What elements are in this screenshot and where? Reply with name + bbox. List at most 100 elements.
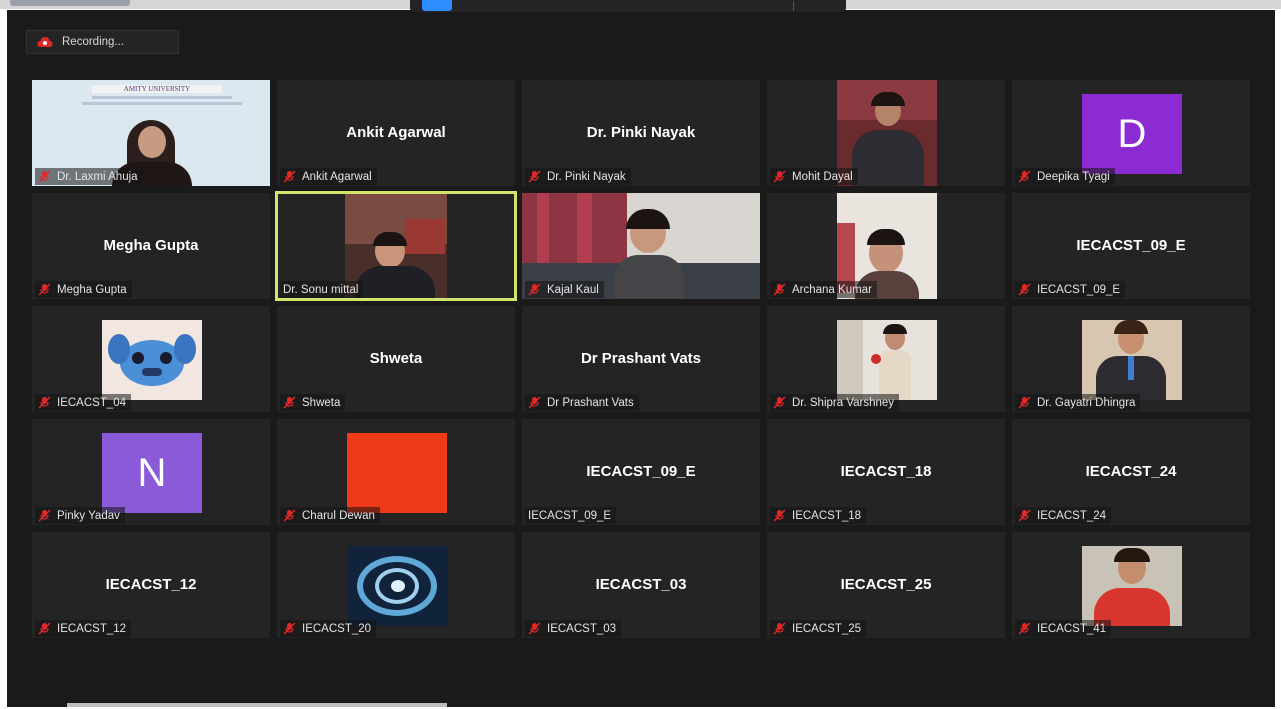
participant-label: Dr. Gayatri Dhingra	[1015, 394, 1141, 411]
muted-mic-icon	[1018, 283, 1031, 296]
participant-label: Kajal Kaul	[525, 281, 604, 298]
participant-display-name: Dr. Pinki Nayak	[586, 124, 696, 141]
participant-display-name: Megha Gupta	[103, 237, 199, 254]
participant-tile[interactable]: N Pinky Yadav	[32, 419, 270, 525]
participant-label: Dr. Laxmi Ahuja	[35, 168, 143, 185]
participant-display-name: IECACST_03	[595, 576, 687, 593]
participant-tile[interactable]: IECACST_41	[1012, 532, 1250, 638]
recording-indicator[interactable]: Recording...	[26, 30, 179, 54]
participant-tile[interactable]: Charul Dewan	[277, 419, 515, 525]
muted-mic-icon	[773, 283, 786, 296]
muted-mic-icon	[283, 622, 296, 635]
muted-mic-icon	[528, 396, 541, 409]
participant-tile[interactable]: Dr. Gayatri Dhingra	[1012, 306, 1250, 412]
participant-tile[interactable]: IECACST_04	[32, 306, 270, 412]
participant-label: IECACST_04	[35, 394, 132, 411]
participant-display-name: Dr Prashant Vats	[580, 350, 702, 367]
recording-label: Recording...	[62, 36, 125, 48]
participant-tile[interactable]: IECACST_25 IECACST_25	[767, 532, 1005, 638]
muted-mic-icon	[283, 509, 296, 522]
participant-display-name: IECACST_24	[1085, 463, 1177, 480]
participant-tile[interactable]: Kajal Kaul	[522, 193, 760, 299]
bottom-edge-strip	[67, 703, 447, 707]
zoom-logo-icon	[422, 0, 452, 11]
profile-picture	[347, 546, 447, 626]
participant-display-name: Ankit Agarwal	[346, 124, 446, 141]
participant-label: IECACST_09_E	[525, 507, 617, 524]
participant-tile[interactable]: IECACST_24 IECACST_24	[1012, 419, 1250, 525]
participant-label: Ankit Agarwal	[280, 168, 377, 185]
slide-header: AMITY UNIVERSITY	[92, 85, 222, 93]
participant-tile[interactable]: Dr. Pinki Nayak Dr. Pinki Nayak	[522, 80, 760, 186]
muted-mic-icon	[773, 170, 786, 183]
participant-tile[interactable]: IECACST_09_E IECACST_09_E	[522, 419, 760, 525]
participant-display-name: IECACST_09_E	[586, 463, 696, 480]
muted-mic-icon	[1018, 509, 1031, 522]
participant-label: IECACST_18	[770, 507, 867, 524]
profile-picture	[102, 320, 202, 400]
participant-label: Dr Prashant Vats	[525, 394, 639, 411]
participant-label: IECACST_09_E	[1015, 281, 1126, 298]
muted-mic-icon	[283, 396, 296, 409]
participant-tile[interactable]: IECACST_18 IECACST_18	[767, 419, 1005, 525]
muted-mic-icon	[38, 509, 51, 522]
participant-display-name: IECACST_18	[840, 463, 932, 480]
participant-tile[interactable]: AMITY UNIVERSITY Dr. Laxmi Ahuja	[32, 80, 270, 186]
participant-avatar: N	[102, 433, 202, 513]
participant-tile-active-speaker[interactable]: Dr. Sonu mittal	[275, 191, 517, 301]
participant-tile[interactable]: Dr. Shipra Varshney	[767, 306, 1005, 412]
muted-mic-icon	[528, 283, 541, 296]
muted-mic-icon	[528, 170, 541, 183]
participant-tile[interactable]: Ankit Agarwal Ankit Agarwal	[277, 80, 515, 186]
participant-label: Deepika Tyagi	[1015, 168, 1115, 185]
participant-display-name: IECACST_09_E	[1076, 237, 1186, 254]
participant-video	[837, 320, 937, 400]
participant-tile[interactable]: Shweta Shweta	[277, 306, 515, 412]
participant-label: IECACST_03	[525, 620, 622, 637]
participant-tile[interactable]: IECACST_03 IECACST_03	[522, 532, 760, 638]
profile-picture	[347, 433, 447, 513]
muted-mic-icon	[1018, 396, 1031, 409]
muted-mic-icon	[38, 622, 51, 635]
participant-tile[interactable]: IECACST_09_E IECACST_09_E	[1012, 193, 1250, 299]
participant-tile[interactable]: Mohit Dayal	[767, 80, 1005, 186]
participant-tile[interactable]: IECACST_20	[277, 532, 515, 638]
muted-mic-icon	[38, 283, 51, 296]
participant-video	[1082, 320, 1182, 400]
participant-label: Shweta	[280, 394, 346, 411]
participant-label: Dr. Sonu mittal	[280, 281, 364, 298]
participant-label: IECACST_41	[1015, 620, 1112, 637]
toolbar-divider	[793, 1, 794, 11]
participant-label: IECACST_12	[35, 620, 132, 637]
participant-avatar: D	[1082, 94, 1182, 174]
muted-mic-icon	[773, 509, 786, 522]
muted-mic-icon	[1018, 622, 1031, 635]
participant-tile[interactable]: D Deepika Tyagi	[1012, 80, 1250, 186]
participant-tile[interactable]: Megha Gupta Megha Gupta	[32, 193, 270, 299]
participant-tile[interactable]: Archana Kumar	[767, 193, 1005, 299]
window-tab[interactable]	[10, 0, 130, 6]
participant-display-name: IECACST_25	[840, 576, 932, 593]
muted-mic-icon	[528, 622, 541, 635]
participant-label: IECACST_24	[1015, 507, 1112, 524]
participant-label: Charul Dewan	[280, 507, 380, 524]
participant-label: Dr. Pinki Nayak	[525, 168, 631, 185]
participant-label: IECACST_25	[770, 620, 867, 637]
participant-label: Megha Gupta	[35, 281, 132, 298]
participant-label: Dr. Shipra Varshney	[770, 394, 900, 411]
muted-mic-icon	[773, 396, 786, 409]
muted-mic-icon	[38, 396, 51, 409]
muted-mic-icon	[1018, 170, 1031, 183]
participant-label: IECACST_20	[280, 620, 377, 637]
participant-label: Pinky Yadav	[35, 507, 125, 524]
muted-mic-icon	[283, 170, 296, 183]
muted-mic-icon	[773, 622, 786, 635]
meeting-gallery-view: Recording... AMITY UNIVERSITY Dr. Laxmi …	[7, 10, 1275, 707]
meeting-title-bar[interactable]	[410, 0, 846, 12]
participant-label: Archana Kumar	[770, 281, 877, 298]
muted-mic-icon	[38, 170, 51, 183]
participant-video	[1082, 546, 1182, 626]
participant-tile[interactable]: Dr Prashant Vats Dr Prashant Vats	[522, 306, 760, 412]
participant-tile[interactable]: IECACST_12 IECACST_12	[32, 532, 270, 638]
participant-display-name: IECACST_12	[105, 576, 197, 593]
